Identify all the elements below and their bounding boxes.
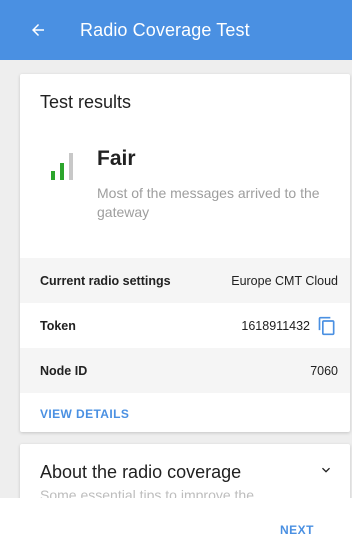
- coverage-description: Most of the messages arrived to the gate…: [97, 185, 320, 220]
- about-subtitle: Some essential tips to improve the: [40, 487, 254, 498]
- coverage-status: Fair: [97, 147, 136, 170]
- arrow-left-icon: [32, 24, 44, 36]
- setting-row-node-id: Node ID 7060: [20, 348, 350, 393]
- copy-token-button[interactable]: [316, 315, 338, 337]
- copy-icon: [318, 316, 335, 335]
- chevron-down-icon: [322, 467, 330, 473]
- signal-bar-3: [69, 153, 73, 180]
- setting-row-radio: Current radio settings Europe CMT Cloud: [20, 258, 350, 303]
- settings-table: Current radio settings Europe CMT Cloud …: [20, 258, 350, 393]
- setting-row-token: Token 1618911432: [20, 303, 350, 348]
- back-button[interactable]: [18, 10, 58, 50]
- signal-bar-2: [60, 163, 64, 180]
- scroll-content[interactable]: Test results Fair Most of the messages a…: [0, 60, 352, 498]
- setting-value: 7060: [310, 363, 338, 378]
- token-value-group: 1618911432: [241, 315, 338, 337]
- next-button[interactable]: NEXT: [280, 523, 314, 537]
- setting-value: Europe CMT Cloud: [231, 273, 338, 288]
- expand-button[interactable]: [316, 460, 336, 480]
- signal-bar-1: [51, 171, 55, 180]
- test-results-title: Test results: [40, 92, 132, 112]
- about-coverage-card[interactable]: About the radio coverage Some essential …: [20, 444, 350, 498]
- setting-label: Token: [40, 318, 76, 333]
- about-title: About the radio coverage: [40, 462, 242, 482]
- signal-strength-icon: [51, 153, 73, 180]
- setting-label: Node ID: [40, 363, 88, 378]
- app-bar: Radio Coverage Test: [0, 0, 352, 60]
- view-details-button[interactable]: VIEW DETAILS: [40, 407, 129, 421]
- token-value: 1618911432: [241, 318, 310, 333]
- setting-label: Current radio settings: [40, 273, 171, 288]
- page-title: Radio Coverage Test: [80, 19, 250, 40]
- test-results-card: Test results Fair Most of the messages a…: [20, 74, 350, 432]
- bottom-bar: NEXT: [0, 498, 352, 551]
